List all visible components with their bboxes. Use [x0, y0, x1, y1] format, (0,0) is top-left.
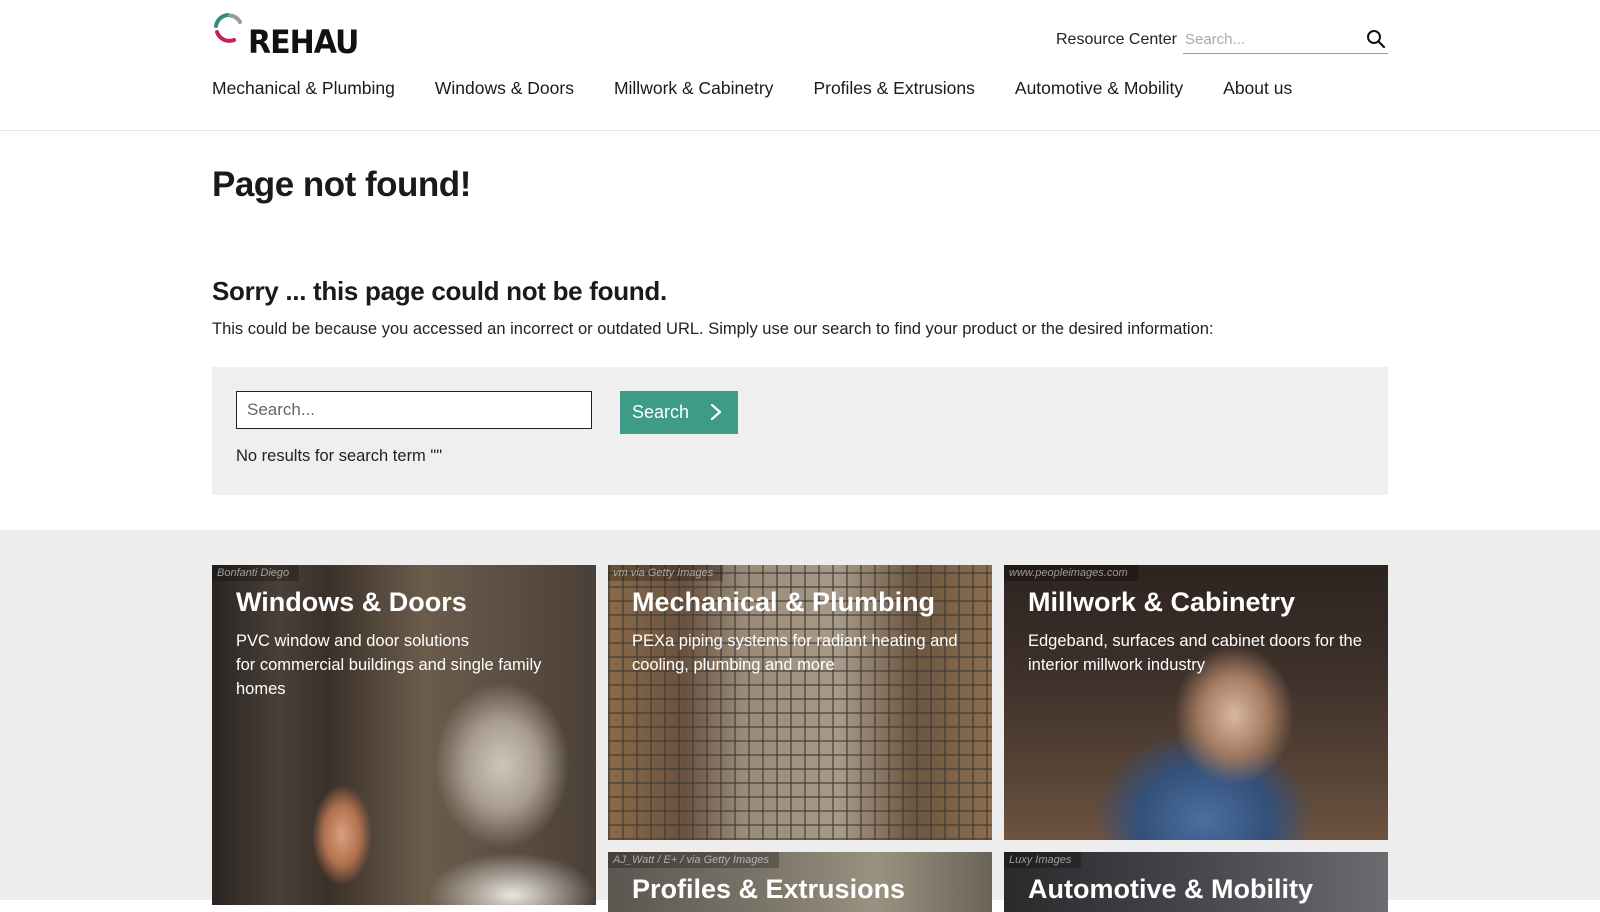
- resource-center-link[interactable]: Resource Center: [1056, 31, 1177, 49]
- rehau-logo[interactable]: REHAU: [212, 12, 362, 61]
- header-search-input[interactable]: [1183, 27, 1362, 51]
- header-search: [1183, 27, 1388, 54]
- card-photo-credit: AJ_Watt / E+ / via Getty Images: [608, 852, 779, 868]
- logo-mark-icon: [214, 13, 242, 43]
- main-nav: Mechanical & Plumbing Windows & Doors Mi…: [212, 78, 1332, 99]
- card-photo-credit: www.peopleimages.com: [1004, 565, 1138, 581]
- card-title: Mechanical & Plumbing: [632, 587, 936, 617]
- card-description: PEXa piping systems for radiant heating …: [632, 632, 958, 674]
- category-cards: Bonfanti Diego Windows & Doors PVC windo…: [0, 530, 1600, 912]
- card-photo-credit: Bonfanti Diego: [212, 565, 300, 581]
- logo-wordmark: REHAU: [248, 23, 359, 62]
- card-description-line: PVC window and door solutions for commer…: [236, 632, 542, 698]
- error-heading: Sorry ... this page could not be found.: [212, 276, 667, 306]
- error-description: This could be because you accessed an in…: [212, 320, 1214, 338]
- nav-item-automotive-mobility[interactable]: Automotive & Mobility: [1015, 78, 1183, 99]
- nav-item-about-us[interactable]: About us: [1223, 78, 1292, 99]
- search-button[interactable]: Search: [620, 391, 738, 434]
- card-title: Windows & Doors: [236, 587, 467, 617]
- card-photo-credit: vm via Getty Images: [608, 565, 724, 581]
- nav-item-profiles-extrusions[interactable]: Profiles & Extrusions: [813, 78, 974, 99]
- page-title: Page not found!: [212, 165, 471, 204]
- search-panel: Search No results for search term "": [212, 367, 1388, 495]
- card-photo-credit: Luxy Images: [1004, 852, 1082, 868]
- card-description: Edgeband, surfaces and cabinet doors for…: [1028, 632, 1362, 674]
- card-title: Profiles & Extrusions: [632, 874, 906, 904]
- chevron-right-icon: [710, 403, 722, 421]
- search-input[interactable]: [236, 391, 592, 429]
- card-title: Millwork & Cabinetry: [1028, 587, 1296, 617]
- search-icon[interactable]: [1366, 29, 1386, 49]
- search-button-label: Search: [632, 402, 690, 422]
- card-mechanical-plumbing[interactable]: vm via Getty Images Mechanical & Plumbin…: [608, 565, 992, 840]
- nav-item-windows-doors[interactable]: Windows & Doors: [435, 78, 574, 99]
- site-header: REHAU Resource Center Mechanical & Plumb…: [0, 0, 1600, 131]
- no-results-text: No results for search term "": [236, 447, 443, 465]
- card-title: Automotive & Mobility: [1028, 874, 1313, 904]
- card-description: PVC window and door solutions for commer…: [236, 629, 556, 701]
- card-windows-doors[interactable]: Bonfanti Diego Windows & Doors PVC windo…: [212, 565, 596, 905]
- card-automotive-mobility[interactable]: Luxy Images Automotive & Mobility: [1004, 852, 1388, 912]
- card-profiles-extrusions[interactable]: AJ_Watt / E+ / via Getty Images Profiles…: [608, 852, 992, 912]
- nav-item-mechanical-plumbing[interactable]: Mechanical & Plumbing: [212, 78, 395, 99]
- nav-item-millwork-cabinetry[interactable]: Millwork & Cabinetry: [614, 78, 773, 99]
- card-millwork-cabinetry[interactable]: www.peopleimages.com Millwork & Cabinetr…: [1004, 565, 1388, 840]
